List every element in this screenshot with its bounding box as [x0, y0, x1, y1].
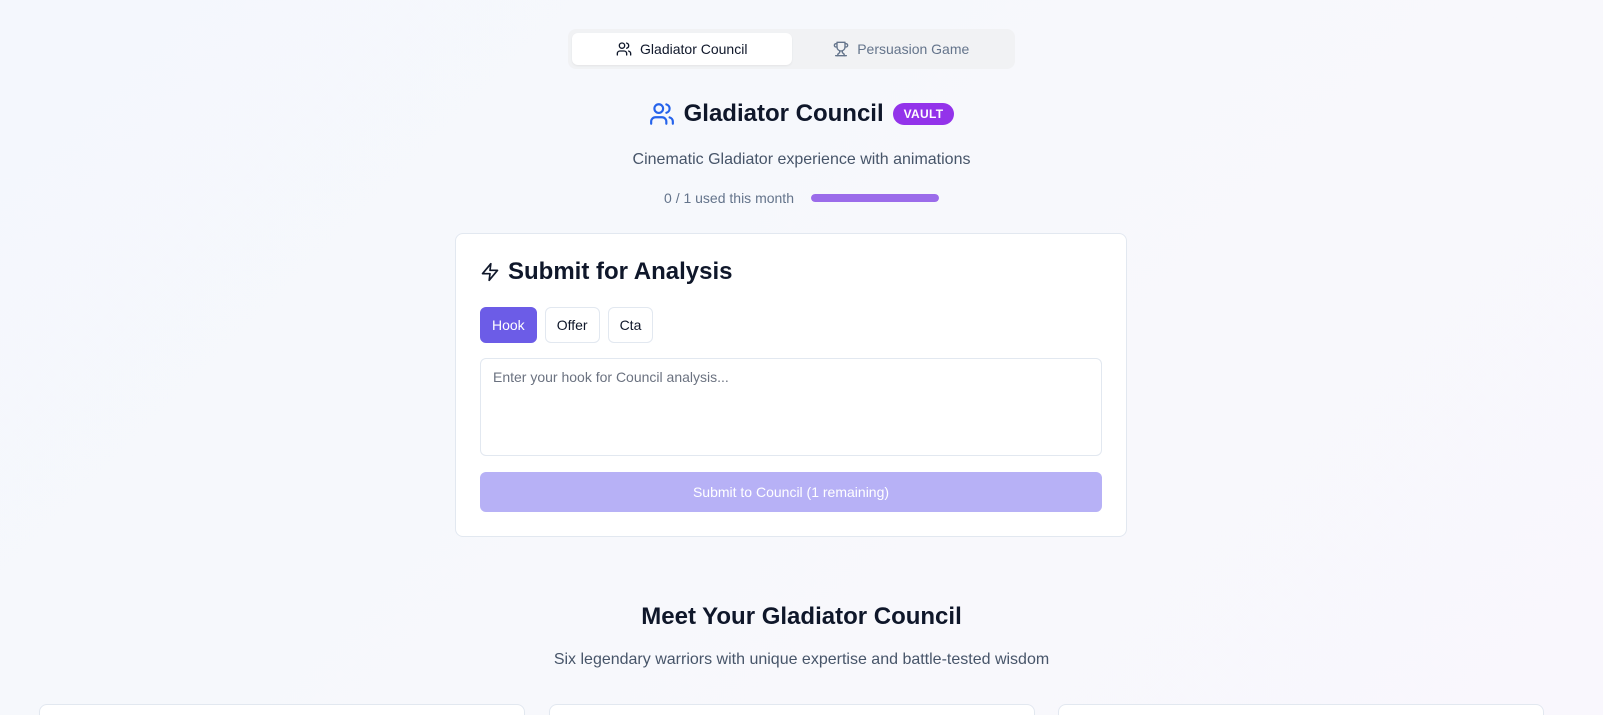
hook-button[interactable]: Hook [480, 307, 537, 343]
usage-progress-fill [810, 194, 939, 202]
council-section-title: Meet Your Gladiator Council [641, 603, 962, 630]
page-title: Gladiator Council [683, 100, 884, 127]
users-icon [616, 42, 632, 56]
users-icon [649, 103, 674, 125]
usage-progress-bar [810, 194, 939, 202]
analysis-card: Submit for Analysis Hook Offer Cta Submi… [455, 233, 1127, 537]
council-member-card[interactable] [39, 704, 525, 715]
mode-tabs: Gladiator Council Persuasion Game [568, 29, 1015, 69]
usage-text: 0 / 1 used this month [664, 190, 794, 206]
lightning-icon [481, 262, 499, 282]
council-section-subtitle: Six legendary warriors with unique exper… [553, 651, 1050, 668]
offer-button[interactable]: Offer [544, 307, 600, 343]
content-type-selector: Hook Offer Cta [480, 307, 654, 343]
tab-persuasion-game[interactable]: Persuasion Game [792, 33, 1012, 65]
usage-meter: 0 / 1 used this month [0, 190, 1603, 206]
trophy-icon [833, 41, 849, 57]
page-subtitle: Cinematic Gladiator experience with anim… [632, 151, 971, 168]
analysis-input[interactable] [480, 358, 1102, 456]
cta-button[interactable]: Cta [607, 307, 654, 343]
tab-label: Gladiator Council [640, 41, 748, 57]
tab-gladiator-council[interactable]: Gladiator Council [572, 33, 792, 65]
council-member-card[interactable] [549, 704, 1035, 715]
analysis-title: Submit for Analysis [508, 258, 733, 285]
tab-label: Persuasion Game [857, 41, 970, 57]
submit-to-council-button[interactable]: Submit to Council (1 remaining) [480, 472, 1102, 512]
council-member-card[interactable] [1058, 704, 1544, 715]
analysis-card-header: Submit for Analysis [480, 258, 732, 286]
page-header: Gladiator Council VAULT [0, 100, 1603, 128]
vault-badge: VAULT [892, 103, 955, 125]
